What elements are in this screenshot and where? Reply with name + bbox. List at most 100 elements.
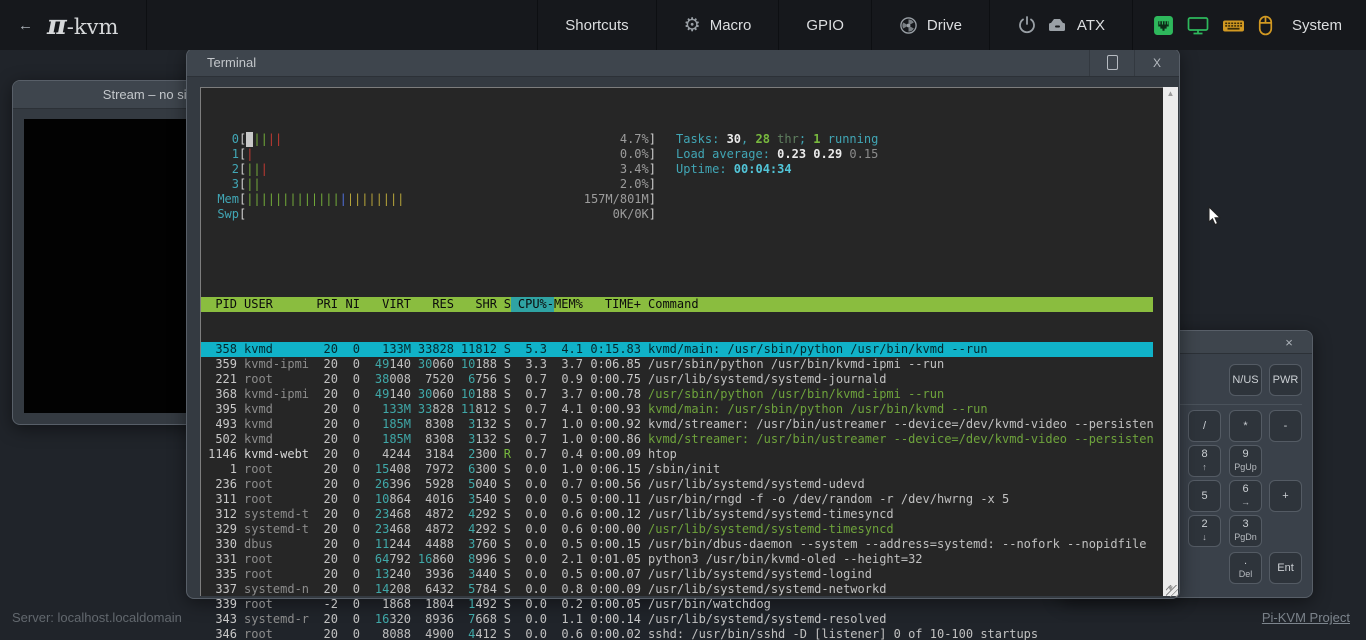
keypad-key-8[interactable]: 8↑ [1188, 445, 1221, 477]
column-header-s[interactable]: S [497, 297, 511, 312]
meter-value: 4.7% [620, 132, 649, 147]
menu-atx[interactable]: ATX [989, 0, 1132, 50]
keypad-key-nus[interactable]: N/US [1229, 364, 1262, 396]
terminal-scrollbar[interactable]: ▲ ▼ [1163, 87, 1178, 596]
system-status-group[interactable]: System [1132, 0, 1366, 50]
column-header-cpu[interactable]: CPU%- [511, 297, 554, 312]
proc-user: root [237, 597, 309, 612]
terminal-titlebar[interactable]: Terminal X [187, 49, 1179, 77]
mouse-icon[interactable] [1258, 15, 1273, 36]
proc-shr: 3540 [454, 492, 497, 507]
keypad-key-[interactable]: .Del [1229, 552, 1262, 584]
proc-virt: 11244 [360, 537, 411, 552]
proc-shr: 10188 [454, 387, 497, 402]
column-header-mem[interactable]: MEM% [554, 297, 583, 312]
proc-ni: 0 [338, 537, 360, 552]
meter-bars: ||||| [246, 132, 620, 147]
mem-value-prefix: 10 [461, 357, 475, 371]
meter-label: Mem [211, 192, 239, 207]
column-header-virt[interactable]: VIRT [360, 297, 411, 312]
mem-value: 440 [475, 567, 497, 581]
column-header-command[interactable]: Command [648, 297, 1153, 312]
meter-bars: |||||||||||||||||||||| [246, 192, 584, 207]
menu-drive-label: Drive [927, 17, 962, 34]
process-row-339: 339root-20186818041492S0.00.20:00.05/usr… [201, 597, 1153, 612]
pikvm-project-link[interactable]: Pi-KVM Project [1262, 610, 1350, 625]
display-icon[interactable] [1187, 15, 1209, 36]
logo-group[interactable]: ← π-kvm [0, 0, 147, 50]
back-arrow-icon[interactable]: ← [18, 17, 33, 34]
htop-meters-area: 0[|||||4.7%]1[|0.0%]2[|||3.4%]3[||2.0%]M… [201, 132, 1153, 222]
column-header-pid[interactable]: PID [201, 297, 237, 312]
terminal-maximize-button[interactable] [1089, 49, 1134, 76]
proc-pid: 331 [201, 552, 237, 567]
terminal-window: Terminal X 0[|||||4.7%]1[|0.0%]2[|||3.4%… [186, 48, 1180, 599]
scroll-up-icon[interactable]: ▲ [1163, 87, 1178, 101]
meter-bracket-close: ] [649, 192, 656, 207]
keypad-key-pwr[interactable]: PWR [1269, 364, 1302, 396]
mem-value: 4016 [425, 492, 454, 506]
mem-value-prefix: 38 [375, 372, 389, 386]
keypad-key-3[interactable]: 3PgDn [1229, 515, 1262, 547]
meter-bracket-close: ] [649, 132, 656, 147]
mem-value: 185M [382, 417, 411, 431]
keypad-key-6[interactable]: 6→ [1229, 480, 1262, 512]
proc-res: 6432 [411, 582, 454, 597]
disc-icon [899, 16, 918, 35]
keypad-key-9[interactable]: 9PgUp [1229, 445, 1262, 477]
keypad-key-[interactable]: + [1269, 480, 1302, 512]
meter-bar: | [261, 132, 268, 147]
column-header-time[interactable]: TIME+ [583, 297, 641, 312]
proc-time: 0:00.15 [583, 537, 641, 552]
proc-res: 33828 [411, 342, 454, 357]
proc-user: root [237, 567, 309, 582]
keypad-key-2[interactable]: 2↓ [1188, 515, 1221, 547]
process-row-329: 329systemd-t2002346848724292S0.00.60:00.… [201, 522, 1153, 537]
menu-drive[interactable]: Drive [871, 0, 989, 50]
keypad-key-[interactable]: / [1188, 410, 1221, 442]
menu-shortcuts[interactable]: Shortcuts [537, 0, 655, 50]
keypad-key-sub: ↑ [1202, 462, 1207, 473]
proc-ni: 0 [338, 582, 360, 597]
column-header-ni[interactable]: NI [338, 297, 360, 312]
keypad-key-ent[interactable]: Ent [1269, 552, 1302, 584]
mem-value: 7520 [425, 372, 454, 386]
keypad-key-[interactable]: * [1229, 410, 1262, 442]
mem-value: 668 [475, 612, 497, 626]
proc-pri: 20 [309, 462, 338, 477]
keyboard-icon[interactable] [1222, 15, 1245, 36]
keypad-close-icon[interactable]: × [1280, 335, 1298, 351]
keypad-key-[interactable]: - [1269, 410, 1302, 442]
meter-bar: | [318, 192, 325, 207]
proc-virt: 185M [360, 417, 411, 432]
terminal-resize-handle[interactable] [1166, 585, 1178, 597]
terminal-close-button[interactable]: X [1134, 49, 1179, 76]
proc-ni: 0 [338, 507, 360, 522]
column-header-res[interactable]: RES [411, 297, 454, 312]
proc-user: root [237, 627, 309, 640]
menu-system-label[interactable]: System [1292, 17, 1342, 34]
proc-pri: 20 [309, 477, 338, 492]
proc-state: S [497, 417, 511, 432]
menu-macro[interactable]: ⚙ Macro [656, 0, 779, 50]
process-row-236: 236root2002639659285040S0.00.70:00.56/us… [201, 477, 1153, 492]
process-row-335: 335root2001324039363440S0.00.50:00.07/us… [201, 567, 1153, 582]
menu-gpio[interactable]: GPIO [778, 0, 871, 50]
proc-time: 0:00.92 [583, 417, 641, 432]
proc-user: root [237, 372, 309, 387]
meter-bar: | [253, 162, 260, 177]
column-header-pri[interactable]: PRI [309, 297, 338, 312]
keypad-key-5[interactable]: 5 [1188, 480, 1221, 512]
proc-cpu: 0.7 [511, 402, 547, 417]
proc-pid: 236 [201, 477, 237, 492]
proc-time: 0:00.09 [583, 582, 641, 597]
column-header-shr[interactable]: SHR [454, 297, 497, 312]
mem-value: 292 [475, 507, 497, 521]
mem-value: 185M [382, 432, 411, 446]
column-header-user[interactable]: USER [237, 297, 309, 312]
proc-command: sshd: /usr/bin/sshd -D [listener] 0 of 1… [648, 627, 1153, 640]
mem-value: 468 [389, 507, 411, 521]
info-segment: ; [799, 132, 813, 146]
ethernet-icon[interactable] [1153, 15, 1174, 36]
terminal-screen[interactable]: 0[|||||4.7%]1[|0.0%]2[|||3.4%]3[||2.0%]M… [200, 87, 1163, 596]
